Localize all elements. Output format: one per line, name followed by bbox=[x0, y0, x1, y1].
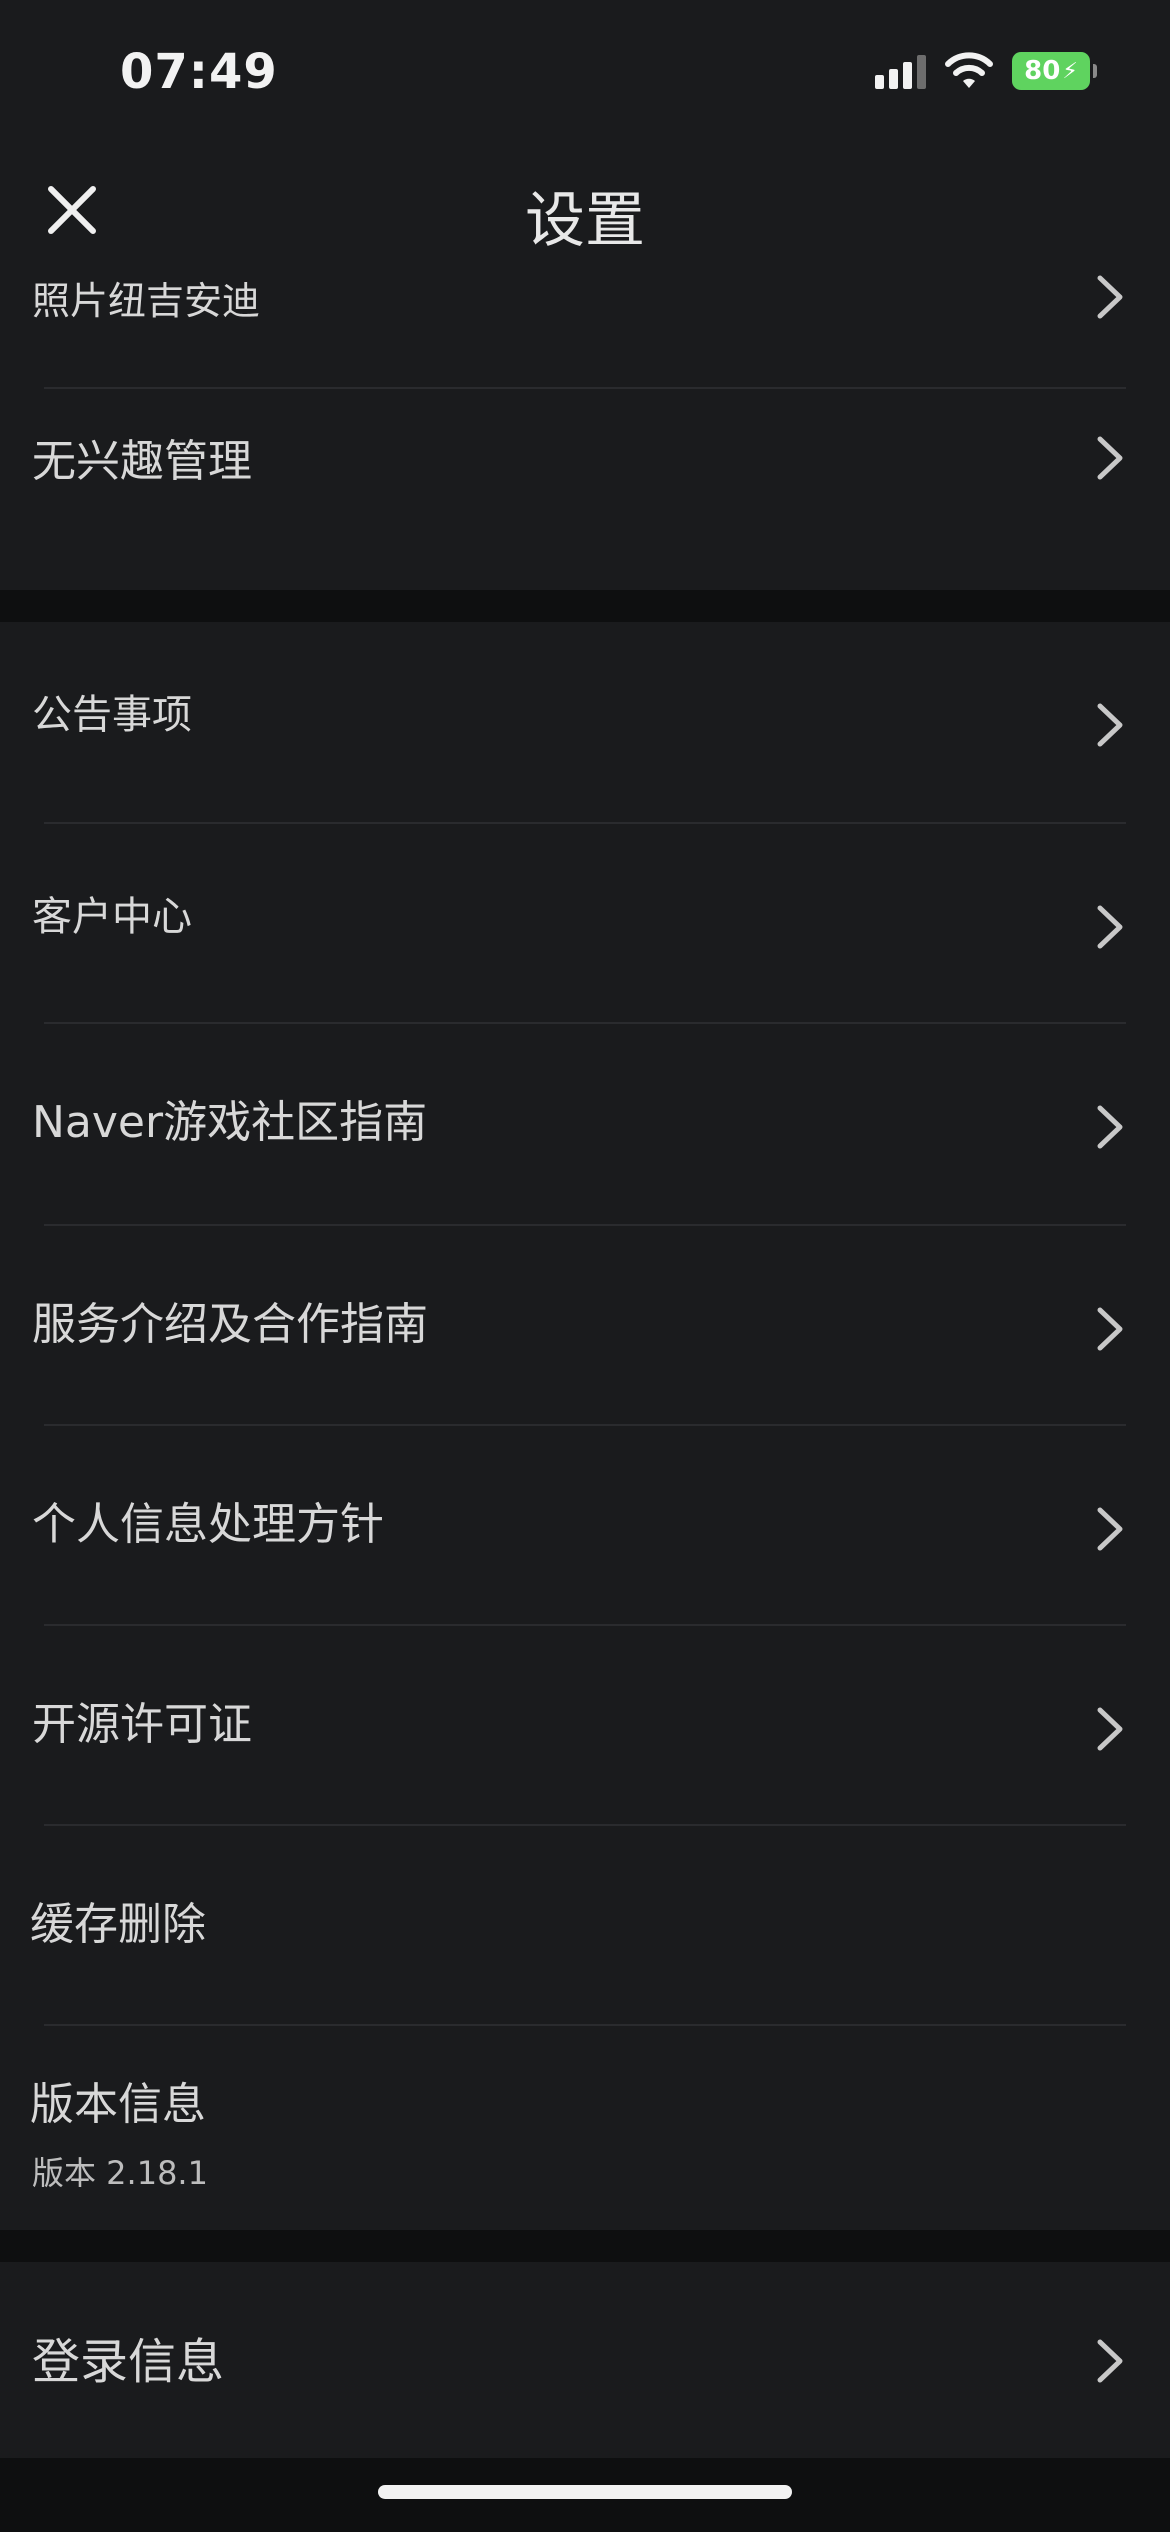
version-number: 版本 2.18.1 bbox=[32, 2154, 208, 2192]
settings-row-disinterest[interactable]: 无兴趣管理 bbox=[0, 389, 1170, 589]
settings-row-label: 服务介绍及合作指南 bbox=[32, 1299, 428, 1350]
home-indicator[interactable] bbox=[378, 2485, 792, 2499]
chevron-right-icon bbox=[1097, 703, 1123, 747]
settings-section-1: 照片纽吉安迪 无兴趣管理 bbox=[0, 270, 1170, 590]
settings-row-label: 客户中心 bbox=[32, 894, 192, 940]
settings-row-photo[interactable]: 照片纽吉安迪 bbox=[0, 270, 1170, 386]
status-bar: 07:49 80 ⚡ bbox=[0, 0, 1170, 150]
settings-row-clear-cache[interactable]: 缓存删除 bbox=[0, 1826, 1170, 2024]
wifi-icon bbox=[944, 52, 994, 90]
settings-row-label: 版本信息 bbox=[30, 2079, 206, 2130]
chevron-right-icon bbox=[1097, 275, 1123, 319]
settings-row-privacy-policy[interactable]: 个人信息处理方针 bbox=[0, 1426, 1170, 1624]
battery-icon: 80 ⚡ bbox=[1012, 52, 1097, 90]
chevron-right-icon bbox=[1097, 2339, 1123, 2383]
settings-row-label: 缓存删除 bbox=[30, 1899, 206, 1950]
settings-row-label: 无兴趣管理 bbox=[32, 436, 252, 487]
cellular-signal-icon bbox=[875, 53, 926, 89]
chevron-right-icon bbox=[1097, 436, 1123, 480]
page-title: 设置 bbox=[525, 186, 645, 256]
settings-row-label: 照片纽吉安迪 bbox=[32, 279, 261, 323]
settings-row-service-intro[interactable]: 服务介绍及合作指南 bbox=[0, 1226, 1170, 1424]
settings-row-label: Naver游戏社区指南 bbox=[32, 1097, 428, 1148]
settings-row-customer-center[interactable]: 客户中心 bbox=[0, 824, 1170, 1022]
settings-row-notices[interactable]: 公告事项 bbox=[0, 622, 1170, 822]
status-time: 07:49 bbox=[120, 44, 278, 100]
settings-row-version: 版本信息 版本 2.18.1 bbox=[0, 2026, 1170, 2230]
settings-section-2: 公告事项 客户中心 Naver游戏社区指南 服务介绍及合作指南 个人信息处理方针 bbox=[0, 622, 1170, 2230]
settings-row-community-guide[interactable]: Naver游戏社区指南 bbox=[0, 1024, 1170, 1224]
settings-section-3: 登录信息 bbox=[0, 2262, 1170, 2458]
charging-bolt-icon: ⚡ bbox=[1062, 58, 1078, 84]
settings-row-label: 个人信息处理方针 bbox=[32, 1499, 384, 1550]
settings-row-label: 公告事项 bbox=[32, 692, 192, 738]
chevron-right-icon bbox=[1097, 1507, 1123, 1551]
settings-row-label: 登录信息 bbox=[32, 2334, 225, 2390]
settings-row-login-info[interactable]: 登录信息 bbox=[0, 2262, 1170, 2458]
chevron-right-icon bbox=[1097, 1105, 1123, 1149]
chevron-right-icon bbox=[1097, 1707, 1123, 1751]
settings-row-label: 开源许可证 bbox=[32, 1699, 252, 1750]
settings-row-open-source[interactable]: 开源许可证 bbox=[0, 1626, 1170, 1824]
battery-level: 80 bbox=[1024, 56, 1061, 86]
chevron-right-icon bbox=[1097, 905, 1123, 949]
chevron-right-icon bbox=[1097, 1307, 1123, 1351]
nav-bar: 设置 bbox=[0, 150, 1170, 270]
status-icons: 80 ⚡ bbox=[875, 52, 1097, 90]
